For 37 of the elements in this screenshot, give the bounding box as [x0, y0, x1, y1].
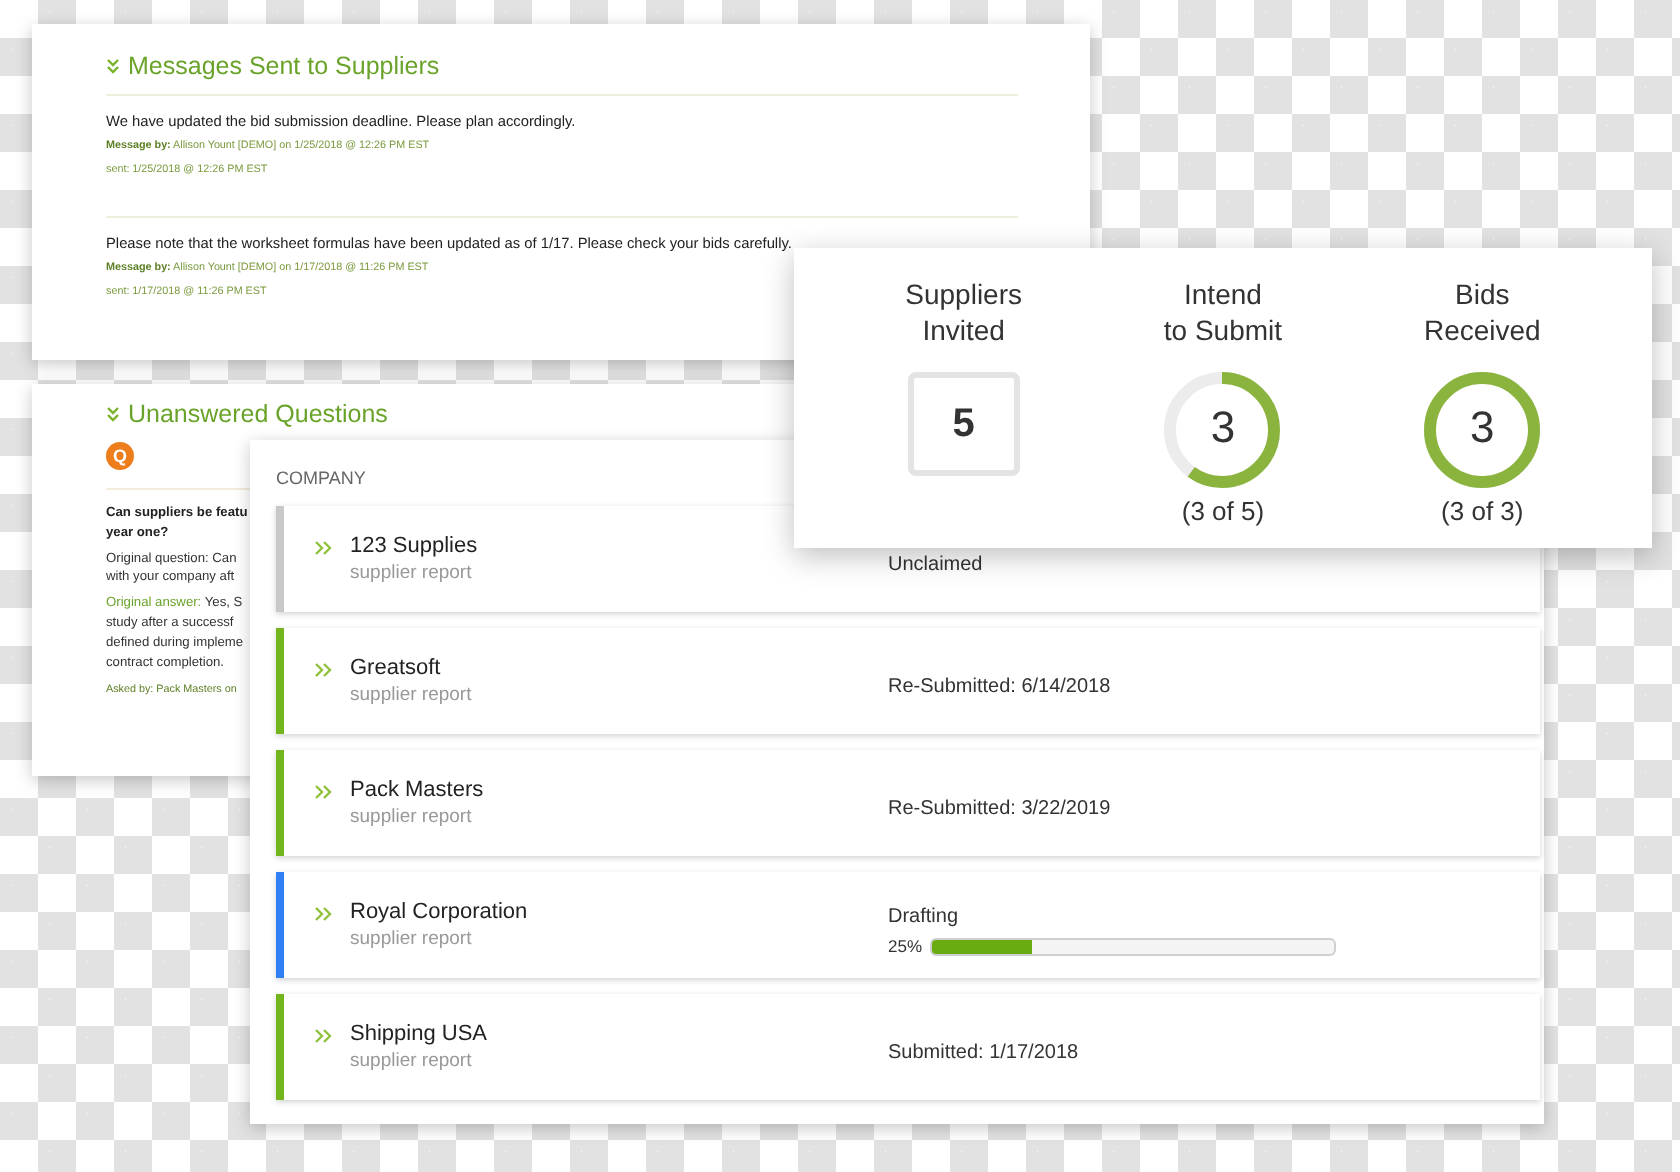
supplier-name: Royal Corporation	[350, 900, 528, 924]
supplier-name: Greatsoft	[350, 656, 443, 680]
status-text: Submitted: 1/17/2018	[888, 1042, 1081, 1064]
chevron-right-icon	[314, 906, 332, 922]
column-header: COMPANY	[276, 468, 368, 488]
stat-label: Intend	[1184, 276, 1262, 312]
supplier-name: Shipping USA	[350, 1022, 487, 1046]
ring-value: 3	[1208, 402, 1238, 454]
stat-label: to Submit	[1163, 312, 1283, 348]
stat-label: Received	[1423, 312, 1541, 348]
stat-label: Bids	[1455, 276, 1510, 312]
section-title: Messages Sent to Suppliers	[128, 52, 440, 80]
status-text: Re-Submitted: 6/14/2018	[888, 676, 1113, 698]
status-text: Drafting	[888, 906, 961, 928]
chevron-right-icon	[314, 540, 332, 556]
supplier-row[interactable]: Pack Masters supplier report Re-Submitted: 3/22/2019	[276, 750, 1540, 856]
status-text: Re-Submitted: 3/22/2019	[888, 798, 1113, 820]
count-box: 5	[907, 372, 1020, 476]
supplier-row[interactable]: Greatsoft supplier report Re-Submitted: 6/14/2018	[276, 628, 1540, 734]
stat-label: Suppliers	[905, 276, 1023, 312]
chevron-right-icon	[314, 784, 332, 800]
chevron-down-icon	[106, 406, 120, 422]
section-title: Unanswered Questions	[128, 400, 388, 428]
progress-ring	[1160, 368, 1285, 492]
status-text: Unclaimed	[888, 554, 985, 576]
percent-label: 25%	[888, 936, 923, 956]
progress-ring	[1420, 368, 1545, 492]
chevron-right-icon	[314, 1028, 332, 1044]
stat-label: Invited	[922, 312, 1005, 348]
supplier-name: Pack Masters	[350, 778, 484, 802]
chevron-right-icon	[314, 662, 332, 678]
chevron-down-icon	[106, 58, 120, 74]
supplier-row[interactable]: Royal Corporation supplier report Drafting 25%	[276, 872, 1540, 978]
ring-value: 3	[1468, 402, 1497, 454]
question-badge: Q	[106, 442, 134, 470]
supplier-name: 123 Supplies	[350, 534, 478, 558]
supplier-row[interactable]: Shipping USA supplier report Submitted: 1/17/2018	[276, 994, 1540, 1100]
